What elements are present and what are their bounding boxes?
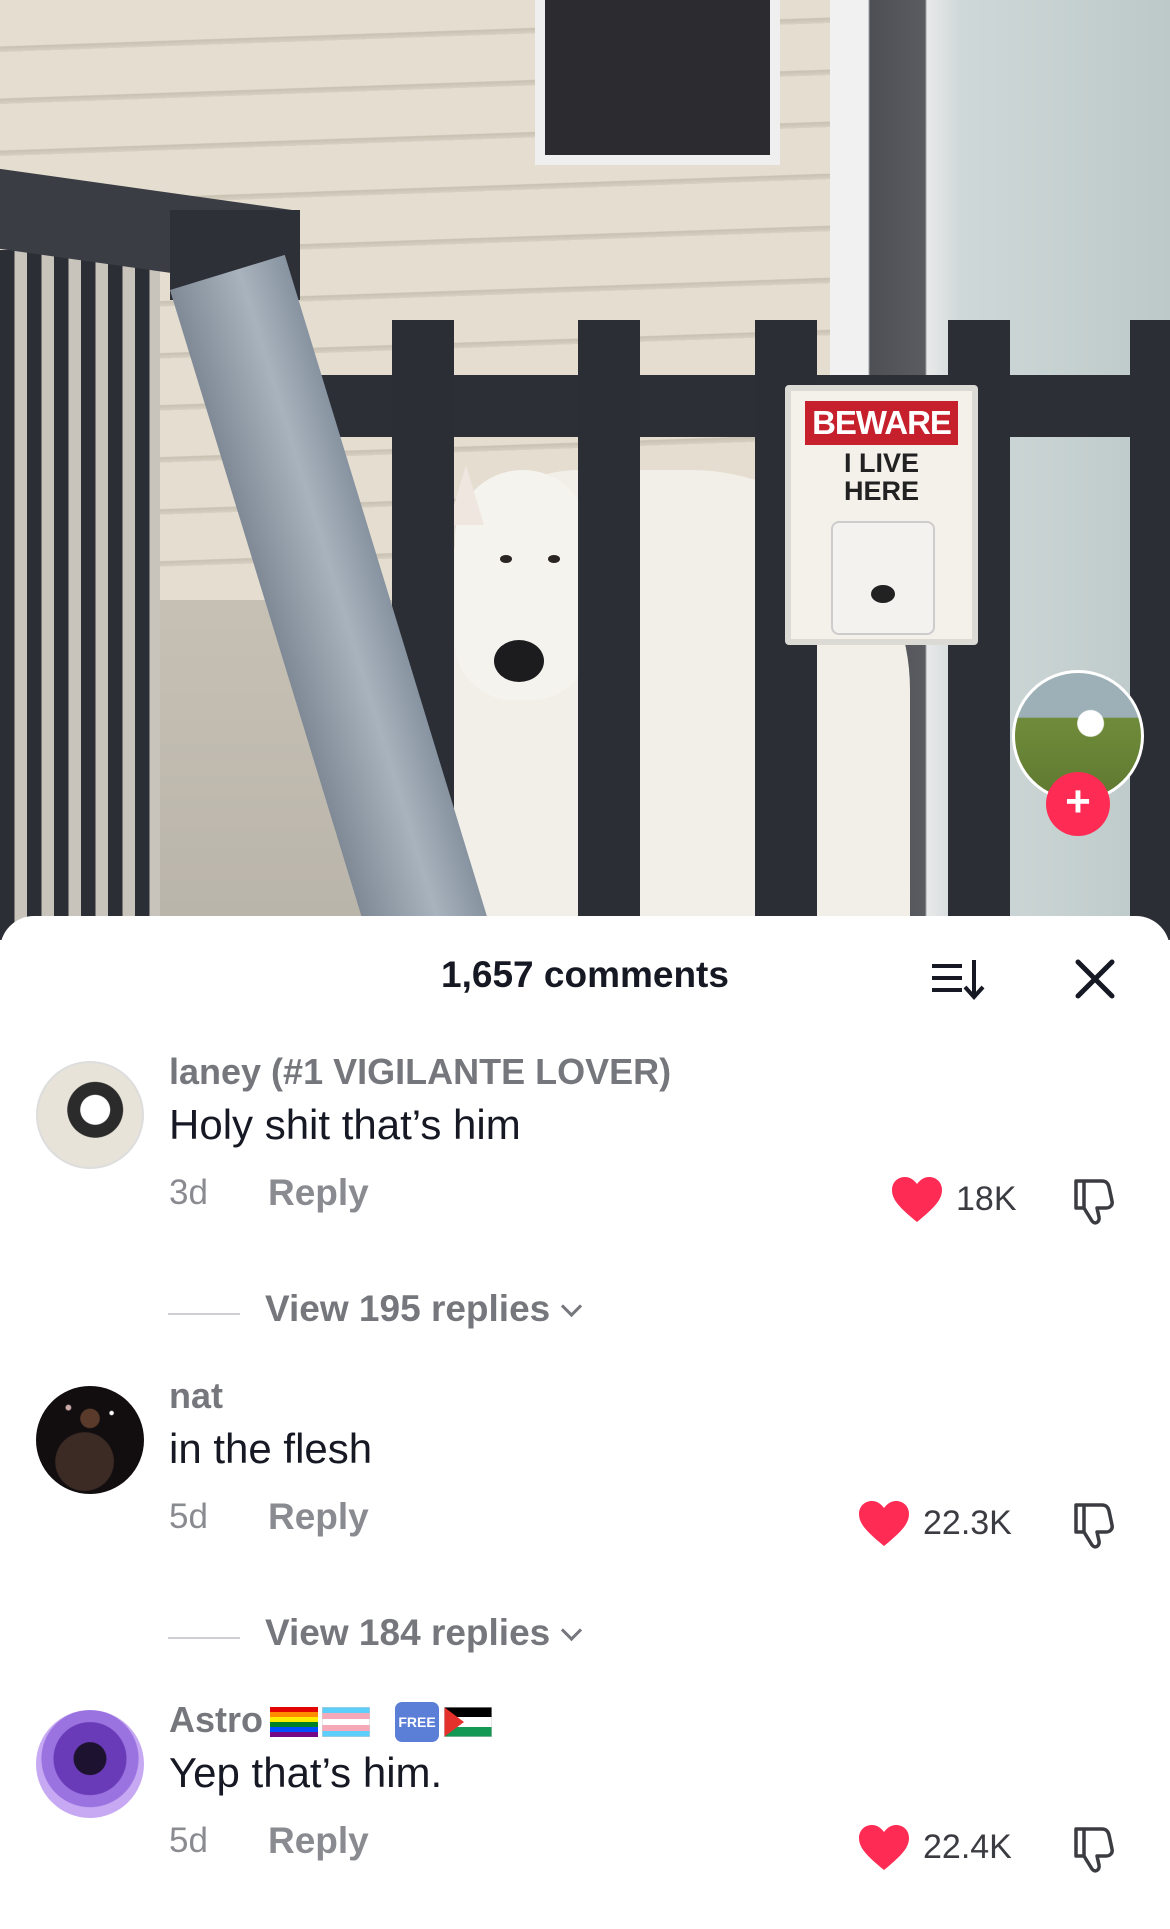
avatar[interactable] (36, 1386, 144, 1494)
heart-icon[interactable] (857, 1500, 911, 1548)
sign-subtitle: I LIVE HERE (791, 449, 972, 505)
comment-username[interactable]: laney (#1 VIGILANTE LOVER) (169, 1051, 671, 1093)
comment-text: Holy shit that’s him (169, 1101, 521, 1148)
dislike-icon[interactable] (1068, 1175, 1120, 1227)
comment-text: Yep that’s him. (169, 1749, 443, 1796)
comment-age: 3d (169, 1173, 208, 1212)
house-window (535, 0, 780, 165)
dog-eye (500, 555, 512, 563)
avatar[interactable] (36, 1061, 144, 1169)
railing-balusters-left (0, 250, 160, 940)
follow-button[interactable]: + (1046, 772, 1110, 836)
sign-dog-image (831, 521, 935, 635)
reply-button[interactable]: Reply (268, 1172, 369, 1214)
sign-line-2: HERE (843, 476, 919, 506)
video-player[interactable]: BEWARE I LIVE HERE + (0, 0, 1170, 940)
reply-button[interactable]: Reply (268, 1820, 369, 1862)
comments-sheet: 1,657 comments laney (#1 VIGILANTE LOVER… (0, 916, 1170, 1929)
comment-age: 5d (169, 1821, 208, 1860)
divider (168, 1313, 240, 1315)
like-count: 18K (956, 1180, 1017, 1218)
chevron-down-icon (561, 1619, 583, 1642)
close-icon[interactable] (1068, 952, 1122, 1006)
comment-username[interactable]: nat (169, 1375, 223, 1417)
heart-icon[interactable] (890, 1176, 944, 1224)
heart-icon[interactable] (857, 1824, 911, 1872)
rainbow-flag-icon (270, 1707, 318, 1737)
view-replies-label[interactable]: View 184 replies (265, 1612, 583, 1654)
comment-text: in the flesh (169, 1425, 373, 1472)
sign-title: BEWARE (805, 401, 958, 445)
chevron-down-icon (561, 1295, 583, 1318)
comment-age: 5d (169, 1497, 208, 1536)
comment-username[interactable]: Astro (169, 1699, 263, 1741)
palestine-flag-icon (444, 1707, 492, 1737)
like-count: 22.4K (923, 1828, 1012, 1866)
like-count: 22.3K (923, 1504, 1012, 1542)
beware-sign: BEWARE I LIVE HERE (785, 385, 978, 645)
divider (168, 1637, 240, 1639)
view-replies-label[interactable]: View 195 replies (265, 1288, 583, 1330)
dislike-icon[interactable] (1068, 1823, 1120, 1875)
fence-baluster (1130, 320, 1170, 940)
free-badge: FREE (395, 1702, 439, 1742)
dislike-icon[interactable] (1068, 1499, 1120, 1551)
avatar[interactable] (36, 1710, 144, 1818)
dog-eye (548, 555, 560, 563)
fence-baluster (578, 320, 640, 940)
reply-button[interactable]: Reply (268, 1496, 369, 1538)
sort-icon[interactable] (930, 954, 986, 1004)
dog-nose (494, 640, 544, 682)
sign-line-1: I LIVE (843, 448, 919, 478)
comments-count: 1,657 comments (441, 954, 729, 995)
transgender-flag-icon (322, 1707, 370, 1737)
